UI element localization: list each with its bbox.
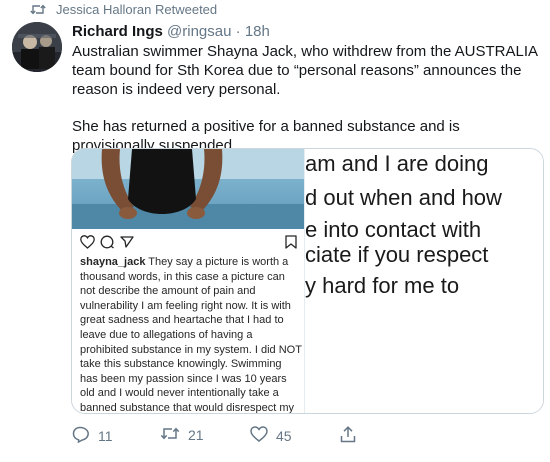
avatar[interactable] bbox=[12, 22, 62, 72]
notes-screenshot-image: am and I are doing d out when and how e … bbox=[305, 149, 543, 413]
bookmark-icon bbox=[285, 235, 297, 254]
notes-line: am and I are doing bbox=[305, 151, 489, 176]
tweet-timestamp[interactable]: 18h bbox=[245, 23, 270, 40]
retweet-count: 21 bbox=[188, 427, 204, 443]
author-handle[interactable]: @ringsau bbox=[167, 23, 231, 40]
reply-count: 11 bbox=[98, 428, 113, 444]
separator-dot: · bbox=[235, 23, 241, 40]
instagram-caption-text: They say a picture is worth a thousand w… bbox=[80, 256, 302, 414]
share-icon bbox=[120, 235, 134, 254]
like-button[interactable]: 45 bbox=[250, 426, 292, 445]
notes-line: e into contact with bbox=[305, 217, 482, 242]
comment-icon bbox=[100, 235, 115, 254]
notes-line: y hard for me to bbox=[305, 273, 460, 298]
swimmer-photo bbox=[72, 149, 304, 229]
heart-icon bbox=[80, 235, 95, 254]
instagram-username: shayna_jack bbox=[80, 256, 146, 268]
like-count: 45 bbox=[276, 427, 292, 444]
notes-line: ciate if you respect bbox=[305, 242, 489, 267]
share-icon bbox=[340, 426, 356, 446]
retweet-button[interactable]: 21 bbox=[160, 426, 204, 444]
retweet-icon bbox=[160, 426, 180, 444]
media-attachment[interactable]: shayna_jack They say a picture is worth … bbox=[71, 148, 544, 414]
retweet-icon bbox=[30, 3, 46, 17]
share-button[interactable] bbox=[340, 426, 356, 446]
tweet-header: Richard Ings @ringsau · 18h bbox=[72, 23, 270, 40]
notes-line: d out when and how bbox=[305, 185, 502, 210]
tweet-paragraph: Australian swimmer Shayna Jack, who with… bbox=[72, 43, 538, 98]
instagram-actions bbox=[80, 235, 298, 251]
instagram-post-image: shayna_jack They say a picture is worth … bbox=[72, 149, 305, 413]
author-name[interactable]: Richard Ings bbox=[72, 23, 163, 40]
retweet-context[interactable]: Jessica Halloran Retweeted bbox=[30, 2, 217, 17]
tweet-actions: 11 21 45 bbox=[72, 426, 532, 446]
reply-icon bbox=[72, 426, 90, 446]
instagram-caption: shayna_jack They say a picture is worth … bbox=[80, 255, 302, 414]
heart-icon bbox=[250, 426, 268, 445]
reply-button[interactable]: 11 bbox=[72, 426, 113, 446]
retweet-text: Jessica Halloran Retweeted bbox=[56, 2, 218, 17]
